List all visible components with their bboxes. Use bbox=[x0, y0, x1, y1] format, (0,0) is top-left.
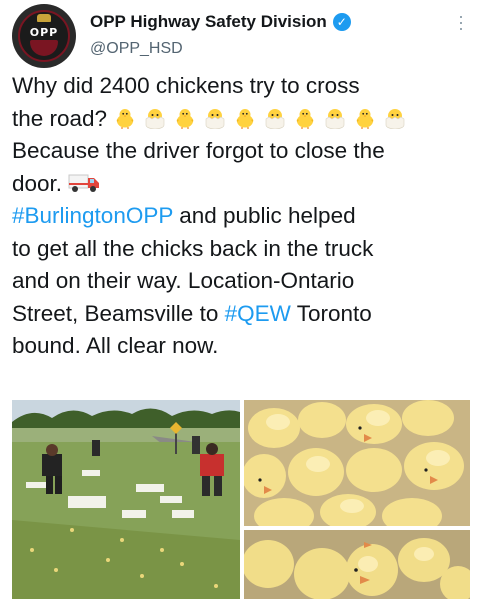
tweet-line: #BurlingtonOPP and public helped bbox=[12, 200, 474, 233]
hatching-chick-icon bbox=[205, 108, 225, 129]
avatar[interactable]: OPP bbox=[12, 4, 76, 68]
hatching-chick-icon bbox=[265, 108, 285, 129]
hatching-chick-icon bbox=[296, 108, 314, 129]
tweet-line-text: Toronto bbox=[290, 300, 372, 326]
tweet-text: Why did 2400 chickens try to cross the r… bbox=[12, 70, 474, 363]
tweet-line: and on their way. Location-Ontario bbox=[12, 268, 355, 293]
verified-badge-icon: ✓ bbox=[332, 13, 351, 31]
tweet-line: Street, Beamsville to #QEW Toronto bbox=[12, 298, 474, 331]
hatching-chick-icon bbox=[325, 108, 345, 129]
hashtag-link[interactable]: #QEW bbox=[225, 301, 291, 326]
hatching-chick-icon bbox=[116, 108, 134, 129]
tweet-line: Why did 2400 chickens try to cross bbox=[12, 73, 360, 98]
chicks-illustration bbox=[244, 400, 470, 526]
tweet-line: bound. All clear now. bbox=[12, 333, 219, 358]
tweet-line: door. bbox=[12, 168, 474, 201]
hatching-chick-icon bbox=[236, 108, 254, 129]
media-grid bbox=[12, 400, 470, 599]
crown-icon bbox=[37, 14, 51, 22]
tweet-line: Because the driver forgot to close the bbox=[12, 138, 385, 163]
tweet-header: OPP OPP Highway Safety Division ✓ @OPP_H… bbox=[12, 4, 472, 68]
tweet-line-text: Street, Beamsville to bbox=[12, 300, 225, 326]
media-image-chicks-2[interactable] bbox=[244, 530, 470, 599]
hatching-chick-icon bbox=[356, 108, 374, 129]
delivery-truck-icon bbox=[68, 174, 100, 192]
hatching-chick-icon bbox=[385, 108, 405, 129]
tweet-line: to get all the chicks back in the truck bbox=[12, 235, 374, 261]
more-options-icon[interactable]: · · · bbox=[456, 7, 466, 37]
tweet-line-text: and public helped bbox=[172, 203, 356, 228]
media-image-chicks-1[interactable] bbox=[244, 400, 470, 526]
hashtag-link[interactable]: #BurlingtonOPP bbox=[12, 203, 173, 228]
hatching-chick-icon bbox=[176, 108, 194, 129]
tweet-line-text: door. bbox=[12, 170, 63, 196]
user-handle[interactable]: @OPP_HSD bbox=[90, 40, 183, 58]
display-name[interactable]: OPP Highway Safety Division bbox=[90, 12, 327, 32]
name-row: OPP Highway Safety Division ✓ bbox=[90, 12, 351, 32]
hatching-chick-icon bbox=[145, 108, 165, 129]
hatching-chick-emoji-row bbox=[107, 106, 413, 131]
roadside-scene-illustration bbox=[12, 400, 240, 599]
tweet-line: the road? bbox=[12, 103, 474, 136]
chicks-illustration-2 bbox=[244, 530, 470, 599]
media-image-roadside[interactable] bbox=[12, 400, 240, 599]
tweet-line-text: the road? bbox=[12, 105, 108, 131]
avatar-text: OPP bbox=[29, 26, 59, 39]
